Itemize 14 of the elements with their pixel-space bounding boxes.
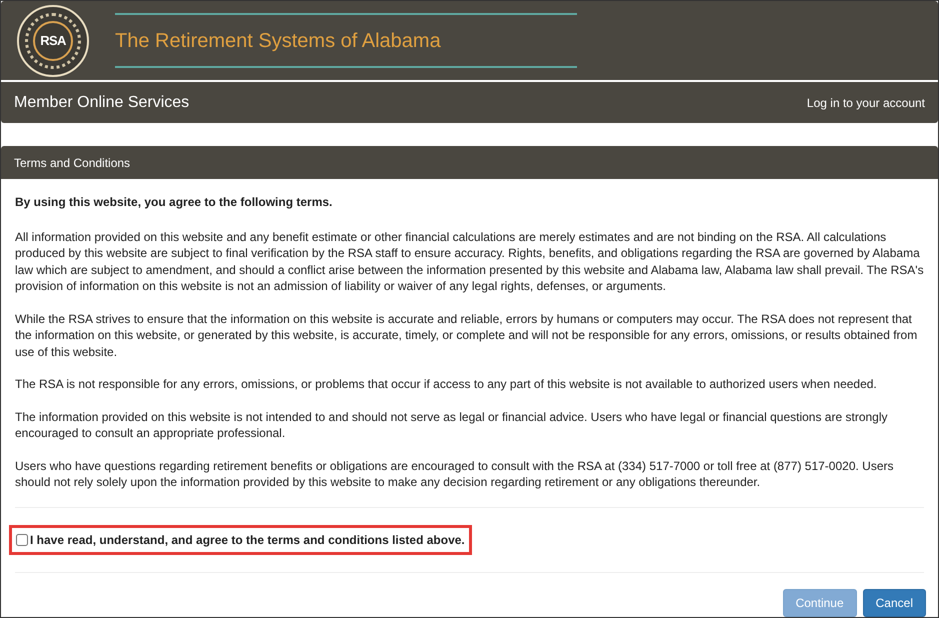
agree-checkbox[interactable] — [16, 534, 28, 546]
intro-text: By using this website, you agree to the following terms. — [15, 194, 334, 210]
terms-paragraph: The RSA is not responsible for any errors, omissions, or problems that occur if access to any part of this website is not available to authorized users when needed. — [15, 376, 878, 392]
terms-paragraph: Users who have questions regarding retirement benefits or obligations are encouraged to consult with the RSA at (334) 517-7000 or toll free at (877) 517-0020. Users should not rely solely upon the information provided by this website to make any decision regarding retirement or any obligations thereunder. — [15, 458, 895, 490]
panel-title: Terms and Conditions — [14, 154, 130, 172]
logo-icon: RSA — [17, 4, 89, 76]
agree-label: I have read, understand, and agree to the terms and conditions listed above. — [30, 532, 465, 548]
terms-paragraph: While the RSA strives to ensure that the information on this website is accurate and reliable, errors by humans or computers may occur. The RSA does not represent that the information on this website, or generated by this website, is accurate, timely, or complete and will not be responsible for any errors, omissions, or results obtained from use of this website. — [15, 310, 918, 360]
site-title: The Retirement Systems of Alabama — [115, 29, 442, 53]
terms-paragraph: All information provided on this website and any benefit estimate or other financial calculations are merely estimates and are not binding on the RSA. All calculations produced by this website are subject to final verification by the RSA staff to ensure accuracy. Rights, benefits, and obligations regarding the RSA are governed by Alabama law which are subject to amendment, and should a conflict arise between the information presented by this website and Alabama law, Alabama law shall prevail. The RSA's provision of information on this website is not an admission of liability or waiver of any legal rights, defenses, or arguments. — [15, 228, 924, 294]
cancel-button[interactable]: Cancel — [862, 588, 926, 616]
brand-text: Member Online Services — [14, 92, 190, 112]
login-link[interactable]: Log in to your account — [806, 94, 925, 112]
terms-paragraph: The information provided on this website is not intended to and should not serve as legal or financial advice. Users who have legal or financial questions are strongly encouraged to consult an appropriate professional. — [15, 408, 889, 442]
